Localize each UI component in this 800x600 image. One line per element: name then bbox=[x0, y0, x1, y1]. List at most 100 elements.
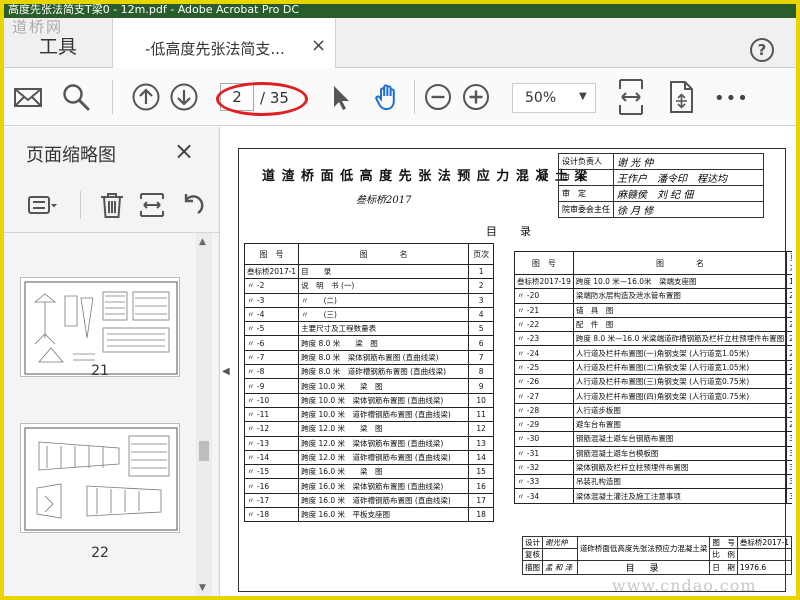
page-number: 26 bbox=[786, 374, 792, 390]
page-number: 6 bbox=[468, 335, 494, 351]
scrollbar-thumb[interactable] bbox=[199, 441, 209, 461]
page-number: 34 bbox=[786, 488, 792, 504]
drawing-number: 〃 -13 bbox=[243, 435, 300, 451]
catalog-row: 〃 -27人行道及栏杆布置图(四)角钢支架 (人行道宽0.75米)27 bbox=[514, 388, 792, 404]
zoom-out-icon[interactable] bbox=[422, 81, 454, 113]
page-number: 22 bbox=[786, 316, 792, 333]
drawing-number: 叁标桥2017-1 bbox=[243, 263, 300, 280]
catalog-row: 〃 -8 跨度 8.0 米 道砟槽钢筋布置图 (直曲线梁) 8 bbox=[243, 364, 494, 380]
scroll-up-icon[interactable]: ▲ bbox=[199, 237, 206, 247]
sign-label: 设计负责人 bbox=[558, 153, 614, 170]
toolbar-separator bbox=[112, 80, 113, 114]
document-page-view[interactable]: 道 渣 桥 面 低 高 度 先 张 法 预 应 力 混 凝 土 梁 叁标桥201… bbox=[236, 141, 792, 596]
scroll-down-icon[interactable]: ▼ bbox=[199, 583, 206, 593]
catalog-table-left: 图 号 图 名 页次 叁标桥2017-1 目 录 1 〃 -2 说 明 书 (一) 2 〃 … bbox=[243, 243, 494, 523]
close-panel-icon[interactable]: × bbox=[174, 137, 194, 165]
drawing-name: 人行道及栏杆布置图(一)角钢支架 (人行道宽1.05米) bbox=[572, 345, 788, 361]
drawing-name: 锚 具 图 bbox=[572, 302, 788, 318]
panel-toolbar bbox=[4, 179, 219, 233]
page-number: 23 bbox=[786, 331, 792, 347]
page-number: 1 bbox=[468, 263, 494, 280]
zoom-in-icon[interactable] bbox=[460, 81, 492, 113]
catalog-row: 〃 -25人行道及栏杆布置图(二)角钢支架 (人行道宽1.05米)25 bbox=[514, 359, 792, 376]
page-number: 10 bbox=[468, 392, 494, 408]
label: 描图 bbox=[522, 560, 543, 575]
drawing-name: 避车台布置图 bbox=[572, 416, 788, 433]
column-header: 页次 bbox=[786, 251, 792, 275]
hand-icon[interactable] bbox=[372, 81, 404, 113]
sign-label: 审 查 bbox=[558, 169, 614, 186]
page-number: 7 bbox=[468, 349, 494, 366]
close-tab-icon[interactable]: × bbox=[311, 35, 326, 56]
catalog-row: 叁标桥2017-19跨度 10.0 米—16.0米 梁端支座图19 bbox=[514, 273, 792, 290]
tab-document[interactable]: -低高度先张法简支... × bbox=[112, 18, 336, 69]
drawing-number: 〃 -6 bbox=[243, 335, 300, 351]
page-number: 30 bbox=[786, 431, 792, 447]
catalog-row: 〃 -3 〃 (二) 3 bbox=[243, 292, 494, 308]
thumbnail-list[interactable]: 21 22 bbox=[4, 233, 196, 596]
drawing-subtitle: 叁标桥2017 bbox=[356, 195, 412, 206]
collapse-panel-icon[interactable]: ◀ bbox=[222, 366, 230, 377]
options-menu-icon[interactable] bbox=[26, 189, 58, 221]
catalog-row: 〃 -2 说 明 书 (一) 2 bbox=[243, 278, 494, 294]
thumbnail-scrollbar[interactable]: ▲ ▼ bbox=[196, 233, 212, 596]
drawing-name: 跨度 12.0 米 梁体钢筋布置图 (直曲线梁) bbox=[298, 435, 470, 451]
label: 日 期 bbox=[709, 560, 738, 575]
catalog-row: 〃 -21锚 具 图21 bbox=[514, 302, 792, 318]
prev-page-icon[interactable] bbox=[130, 81, 162, 113]
fit-width-icon[interactable] bbox=[616, 77, 646, 117]
window-title: 高度先张法简支T梁0 - 12m.pdf - Adobe Acrobat Pro… bbox=[8, 4, 299, 16]
drawing-number: 〃 -16 bbox=[243, 478, 300, 494]
select-cursor-icon[interactable] bbox=[324, 81, 356, 113]
sign-name: 麻赣侯 刘 纪 佃 bbox=[613, 185, 764, 202]
sign-label: 院审委会主任 bbox=[558, 201, 614, 218]
sign-name: 谢 光 仲 bbox=[613, 153, 764, 170]
zoom-select[interactable]: 50% ▼ bbox=[512, 83, 596, 113]
help-icon[interactable]: ? bbox=[750, 38, 774, 62]
catalog-row: 〃 -12 跨度 12.0 米 梁 图 12 bbox=[243, 421, 494, 437]
drawing-name: 钢筋混凝土避车台钢筋布置图 bbox=[572, 431, 788, 447]
delete-page-icon[interactable] bbox=[96, 189, 128, 221]
page-number: 25 bbox=[786, 359, 792, 376]
tab-row: 工具 -低高度先张法简支... × ? bbox=[4, 18, 796, 69]
annotation-highlight-ellipse bbox=[216, 82, 308, 116]
mail-icon[interactable] bbox=[12, 81, 44, 113]
value bbox=[542, 548, 578, 561]
catalog-row: 〃 -20梁端防水层构造及泄水管布置图20 bbox=[514, 288, 792, 304]
page-number: 15 bbox=[468, 464, 494, 480]
column-header: 页次 bbox=[468, 243, 494, 265]
search-icon[interactable] bbox=[60, 81, 92, 113]
drawing-name: 跨度 10.0 米 道砟槽钢筋布置图 (直曲线梁) bbox=[298, 406, 470, 423]
rotate-page-icon[interactable] bbox=[666, 79, 696, 115]
catalog-row: 〃 -11 跨度 10.0 米 道砟槽钢筋布置图 (直曲线梁) 11 bbox=[243, 406, 494, 423]
catalog-row: 〃 -14 跨度 12.0 米 道砟槽钢筋布置图 (直曲线梁) 14 bbox=[243, 449, 494, 466]
page-number: 28 bbox=[786, 402, 792, 418]
drawing-number: 〃 -31 bbox=[514, 445, 574, 461]
catalog-row: 〃 -33吊装孔构造图33 bbox=[514, 474, 792, 490]
drawing-name: 跨度 16.0 米 梁体钢筋布置图 (直曲线梁) bbox=[298, 478, 470, 494]
undo-icon[interactable] bbox=[176, 189, 208, 221]
sign-name: 徐 月 修 bbox=[613, 201, 764, 218]
column-header: 图 号 bbox=[514, 251, 574, 275]
value bbox=[736, 548, 792, 561]
drawing-name: 跨度 8.0 米 梁 图 bbox=[298, 335, 470, 351]
extract-page-icon[interactable] bbox=[136, 189, 168, 221]
more-icon[interactable]: ••• bbox=[714, 88, 748, 109]
title-block-subtitle: 目 录 bbox=[576, 560, 711, 575]
value: 1976.6 bbox=[736, 560, 792, 575]
label: 设计 bbox=[522, 536, 543, 549]
catalog-row: 〃 -30钢筋混凝土避车台钢筋布置图30 bbox=[514, 431, 792, 447]
page-number: 29 bbox=[786, 416, 792, 433]
drawing-number: 〃 -3 bbox=[243, 292, 300, 308]
next-page-icon[interactable] bbox=[168, 81, 200, 113]
drawing-name: 跨度 12.0 米 道砟槽钢筋布置图 (直曲线梁) bbox=[298, 449, 470, 466]
page-number: 13 bbox=[468, 435, 494, 451]
page-thumbnail[interactable] bbox=[20, 423, 180, 533]
page-thumbnail[interactable] bbox=[20, 277, 180, 377]
drawing-number: 〃 -30 bbox=[514, 431, 574, 447]
column-header: 图 号 bbox=[243, 243, 300, 265]
page-number: 14 bbox=[468, 449, 494, 466]
drawing-name: 〃 (二) bbox=[298, 292, 470, 308]
drawing-name: 人行道及栏杆布置图(三)角钢支架 (人行道宽0.75米) bbox=[572, 374, 788, 390]
site-watermark: www.cndao.com bbox=[612, 576, 757, 595]
